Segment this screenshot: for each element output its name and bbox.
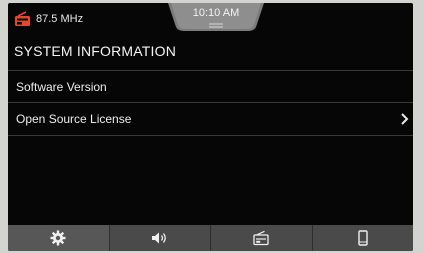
- radio-frequency: 87.5 MHz: [36, 13, 84, 25]
- head-unit-screen: 87.5 MHz 10:10 AM SYSTEM INFORMATION Sof…: [8, 3, 413, 251]
- device-bezel: 87.5 MHz 10:10 AM SYSTEM INFORMATION Sof…: [0, 0, 424, 253]
- phone-icon: [358, 230, 368, 246]
- status-bar: 87.5 MHz 10:10 AM: [8, 3, 413, 35]
- gear-icon: [50, 230, 66, 246]
- chevron-right-icon: [401, 113, 409, 125]
- radio-icon: [15, 11, 30, 26]
- radio-icon: [253, 230, 269, 246]
- clock-pulldown-tab[interactable]: 10:10 AM: [168, 3, 264, 31]
- menu-item-open-source-license[interactable]: Open Source License: [8, 102, 413, 136]
- page-title: SYSTEM INFORMATION: [14, 43, 177, 59]
- bottom-nav-bar: [8, 225, 413, 251]
- tab-settings[interactable]: [8, 225, 110, 251]
- tab-audio[interactable]: [109, 225, 211, 251]
- grip-handle-icon: [209, 23, 223, 28]
- speaker-icon: [151, 232, 166, 244]
- tab-radio[interactable]: [211, 225, 313, 251]
- menu-item-label: Open Source License: [16, 112, 132, 126]
- menu-item-software-version[interactable]: Software Version: [8, 70, 413, 103]
- clock-time: 10:10 AM: [192, 7, 240, 19]
- menu-item-label: Software Version: [16, 80, 107, 94]
- tab-phone[interactable]: [312, 225, 413, 251]
